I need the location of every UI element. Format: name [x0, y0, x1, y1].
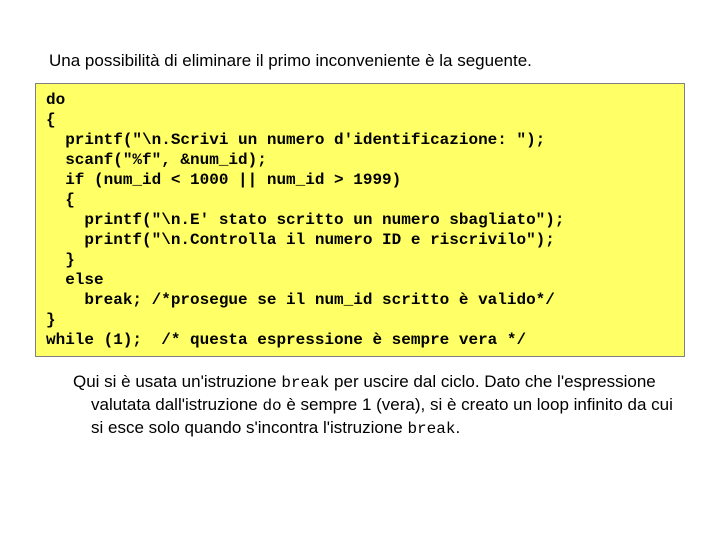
outro-part: Qui si è usata un'istruzione [73, 372, 281, 391]
slide-container: Una possibilità di eliminare il primo in… [0, 0, 720, 439]
code-line: } [46, 311, 56, 329]
outro-text: Qui si è usata un'istruzione break per u… [73, 371, 685, 439]
code-line: do [46, 91, 65, 109]
inline-code-break2: break [407, 420, 455, 438]
code-line: { [46, 191, 75, 209]
code-line: break; /*prosegue se il num_id scritto è… [46, 291, 555, 309]
code-line: printf("\n.Controlla il numero ID e risc… [46, 231, 555, 249]
outro-part: . [455, 418, 460, 437]
inline-code-break: break [281, 374, 329, 392]
code-line: else [46, 271, 104, 289]
code-line: if (num_id < 1000 || num_id > 1999) [46, 171, 401, 189]
code-line: printf("\n.Scrivi un numero d'identifica… [46, 131, 545, 149]
code-line: scanf("%f", &num_id); [46, 151, 267, 169]
code-block: do { printf("\n.Scrivi un numero d'ident… [35, 83, 685, 357]
code-line: while (1); /* questa espressione è sempr… [46, 331, 526, 349]
code-line: { [46, 111, 56, 129]
inline-code-do: do [262, 397, 281, 415]
code-line: } [46, 251, 75, 269]
intro-text: Una possibilità di eliminare il primo in… [49, 50, 685, 73]
code-line: printf("\n.E' stato scritto un numero sb… [46, 211, 564, 229]
